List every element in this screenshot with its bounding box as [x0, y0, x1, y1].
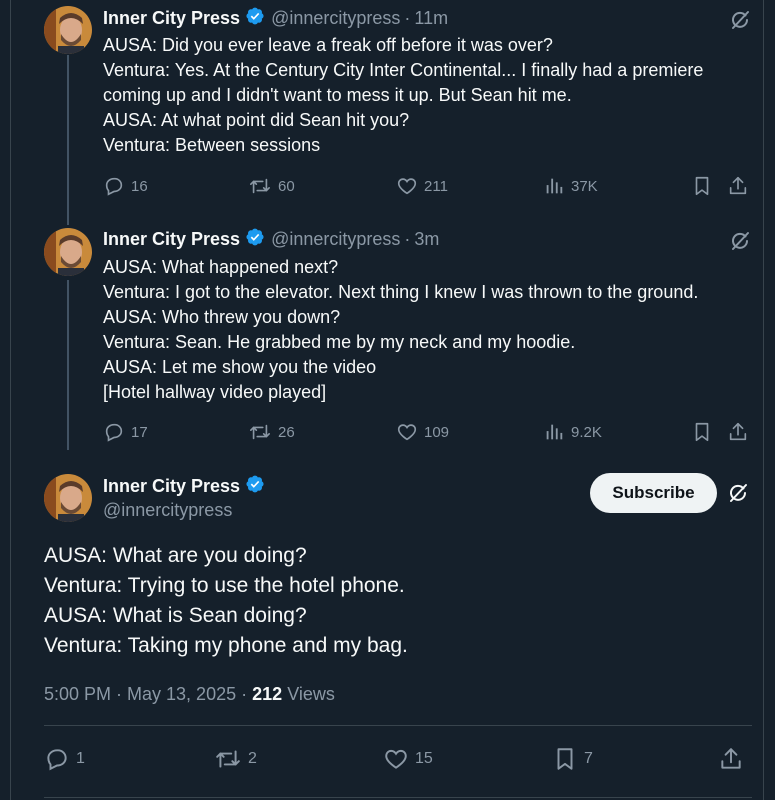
share-icon	[729, 176, 747, 195]
repost-count: 60	[278, 177, 295, 195]
views-count: 9.2K	[571, 423, 602, 441]
bookmark-count: 7	[584, 750, 593, 767]
tweet-line: AUSA: Let me show you the video	[103, 357, 377, 377]
tweet-text: AUSA: What happened next? Ventura: I got…	[103, 255, 763, 405]
tweet-line: Ventura: Yes. At the Century City Inter …	[103, 60, 704, 80]
views-count: 212	[252, 684, 283, 704]
share-icon	[721, 748, 741, 769]
repost-button[interactable]: 2	[214, 747, 257, 771]
like-count: 109	[424, 423, 450, 441]
divider	[44, 797, 752, 798]
verified-badge-icon	[245, 474, 265, 499]
reply-icon	[105, 177, 123, 196]
avatar[interactable]	[44, 228, 92, 276]
views-count: 37K	[571, 177, 598, 195]
reply-count: 1	[76, 750, 85, 767]
divider	[44, 725, 752, 726]
like-button[interactable]: 109	[396, 420, 449, 444]
reply-count: 16	[131, 177, 148, 195]
grok-icon[interactable]	[726, 481, 750, 505]
bookmark-button[interactable]: 7	[552, 747, 593, 771]
views-button[interactable]: 9.2K	[543, 420, 602, 444]
bookmark-button[interactable]	[691, 420, 719, 444]
repost-icon	[216, 750, 240, 768]
views-icon	[546, 424, 563, 440]
views-button[interactable]: 37K	[543, 174, 598, 198]
tweet-actions: 16 60 211 37K	[103, 174, 753, 198]
tweet-line: [Hotel hallway video played]	[103, 382, 327, 402]
thread-connector	[67, 280, 69, 450]
share-icon	[729, 422, 747, 441]
reply-icon	[105, 423, 123, 442]
main-tweet-actions: 1 2 15 7	[44, 747, 744, 773]
separator-dot: ·	[241, 684, 248, 704]
bookmark-icon	[695, 176, 709, 196]
tweet-time[interactable]: 3m	[414, 229, 439, 250]
tweet-line: Ventura: I got to the elevator. Next thi…	[103, 282, 699, 302]
verified-badge-icon	[245, 227, 265, 252]
tweet-line: AUSA: What is Sean doing?	[44, 604, 307, 627]
bookmark-icon	[695, 422, 709, 442]
tweet-line: Ventura: Between sessions	[103, 135, 321, 155]
subscribe-button[interactable]: Subscribe	[590, 473, 717, 513]
tweet-line: coming up and I didn't want to mess it u…	[103, 85, 572, 105]
share-button[interactable]	[727, 420, 755, 444]
share-button[interactable]	[718, 747, 750, 771]
tweet-header: Inner City Press @innercitypress · 3m	[103, 227, 439, 251]
like-icon	[385, 749, 407, 769]
tweet-header: Inner City Press @innercitypress · 11m	[103, 6, 448, 30]
thread-connector	[67, 55, 69, 225]
main-tweet-text: AUSA: What are you doing? Ventura: Tryin…	[44, 541, 408, 661]
like-button[interactable]: 211	[396, 174, 448, 198]
like-button[interactable]: 15	[383, 747, 433, 771]
share-button[interactable]	[727, 174, 755, 198]
tweet-line: AUSA: At what point did Sean hit you?	[103, 110, 410, 130]
repost-icon	[250, 178, 270, 194]
tweet-line: AUSA: What happened next?	[103, 257, 339, 277]
author-name[interactable]: Inner City Press	[103, 8, 240, 29]
reply-count: 17	[131, 423, 148, 441]
tweet-actions: 17 26 109 9.2K	[103, 420, 753, 444]
tweet-line: Ventura: Trying to use the hotel phone.	[44, 574, 405, 597]
like-icon	[397, 178, 417, 195]
like-icon	[397, 424, 417, 441]
repost-button[interactable]: 26	[248, 420, 295, 444]
avatar[interactable]	[44, 474, 92, 522]
tweet-line: AUSA: What are you doing?	[44, 544, 307, 567]
author-handle[interactable]: @innercitypress	[103, 500, 271, 521]
author-handle[interactable]: @innercitypress	[271, 229, 400, 250]
repost-icon	[250, 424, 270, 440]
views-icon	[546, 178, 563, 194]
reply-icon	[47, 749, 67, 771]
repost-button[interactable]: 60	[248, 174, 295, 198]
tweet-text: AUSA: Did you ever leave a freak off bef…	[103, 33, 763, 158]
reply-button[interactable]: 17	[103, 420, 148, 444]
like-count: 211	[424, 177, 448, 195]
grok-icon[interactable]	[728, 229, 752, 253]
bookmark-icon	[557, 748, 573, 770]
separator-dot: ·	[404, 228, 411, 249]
like-count: 15	[415, 750, 433, 767]
timestamp[interactable]: 5:00 PM · May 13, 2025	[44, 684, 236, 704]
verified-badge-icon	[245, 6, 265, 31]
views-label: Views	[287, 684, 335, 704]
author-handle[interactable]: @innercitypress	[271, 8, 400, 29]
main-tweet-header: Inner City Press @innercitypress	[103, 474, 271, 521]
separator-dot: ·	[404, 7, 411, 28]
repost-count: 2	[248, 750, 257, 767]
tweet-time[interactable]: 11m	[414, 8, 448, 29]
grok-icon[interactable]	[728, 8, 752, 32]
reply-button[interactable]: 1	[44, 747, 85, 771]
tweet-line: AUSA: Did you ever leave a freak off bef…	[103, 35, 553, 55]
repost-count: 26	[278, 423, 295, 441]
tweet-line: Ventura: Taking my phone and my bag.	[44, 634, 408, 657]
bookmark-button[interactable]	[691, 174, 719, 198]
author-name[interactable]: Inner City Press	[103, 229, 240, 250]
avatar[interactable]	[44, 6, 92, 54]
tweet-meta: 5:00 PM · May 13, 2025 · 212 Views	[44, 684, 335, 705]
tweet-line: AUSA: Who threw you down?	[103, 307, 341, 327]
reply-button[interactable]: 16	[103, 174, 148, 198]
author-name[interactable]: Inner City Press	[103, 476, 240, 497]
tweet-line: Ventura: Sean. He grabbed me by my neck …	[103, 332, 576, 352]
